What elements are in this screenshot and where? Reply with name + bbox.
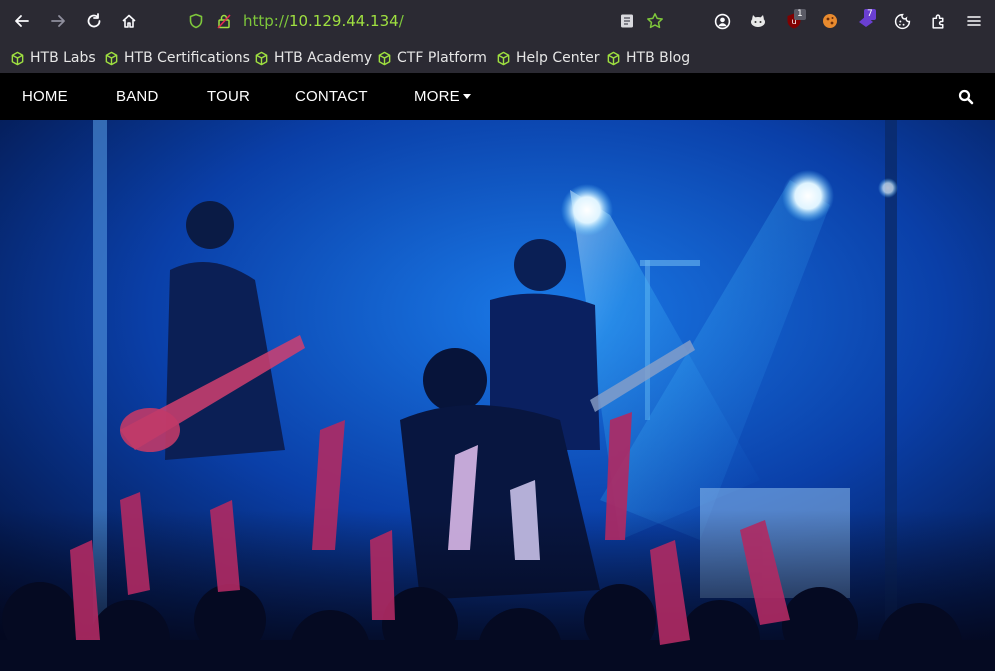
nav-more-dropdown[interactable]: MORE [414, 88, 471, 105]
url-path: / [398, 12, 404, 30]
cookie-outline-icon[interactable] [892, 11, 912, 31]
forward-icon[interactable] [48, 11, 68, 31]
bookmark-star-icon[interactable] [645, 11, 665, 31]
nav-more-label: MORE [414, 88, 460, 105]
cookie-extension-icon[interactable] [820, 11, 840, 31]
bookmark-htb-blog[interactable]: HTB Blog [606, 48, 690, 68]
htb-cube-icon [607, 51, 620, 65]
nav-contact[interactable]: CONTACT [295, 88, 368, 105]
site-navbar: HOME BAND TOUR CONTACT MORE [0, 73, 995, 120]
browser-toolbar: http://10.129.44.134/ u 1 7 [0, 0, 995, 42]
bookmark-help-center[interactable]: Help Center [496, 48, 600, 68]
bookmark-label: HTB Certifications [124, 50, 250, 66]
bookmarks-bar: HTB Labs HTB Certifications HTB Academy … [0, 42, 995, 73]
concert-photo [0, 120, 995, 671]
nav-tour[interactable]: TOUR [207, 88, 250, 105]
hero-band-image [0, 120, 995, 671]
htb-cube-icon [105, 51, 118, 65]
bookmark-label: Help Center [516, 50, 600, 66]
bookmark-htb-academy[interactable]: HTB Academy [254, 48, 372, 68]
bookmark-htb-labs[interactable]: HTB Labs [10, 48, 96, 68]
ublock-badge: 1 [794, 9, 806, 20]
menu-hamburger-icon[interactable] [964, 11, 984, 31]
back-icon[interactable] [12, 11, 32, 31]
htb-cube-icon [11, 51, 24, 65]
bookmark-htb-certifications[interactable]: HTB Certifications [104, 48, 250, 68]
url-host: 10.129.44.134 [288, 12, 399, 30]
nav-home[interactable]: HOME [22, 88, 68, 105]
htb-cube-icon [378, 51, 391, 65]
reload-icon[interactable] [84, 11, 104, 31]
insecure-lock-icon[interactable] [214, 11, 234, 31]
nav-band[interactable]: BAND [116, 88, 158, 105]
reader-view-icon[interactable] [617, 11, 637, 31]
url-scheme: http:// [243, 12, 289, 30]
bookmark-label: HTB Blog [626, 50, 691, 66]
htb-cube-icon [497, 51, 510, 65]
caret-down-icon [462, 94, 471, 99]
extension-cat-icon[interactable] [748, 11, 768, 31]
home-icon[interactable] [119, 11, 139, 31]
bookmark-label: CTF Platform [397, 50, 487, 66]
url-bar[interactable]: http://10.129.44.134/ [243, 12, 404, 30]
purple-extension-badge: 7 [864, 9, 876, 20]
tracking-protection-shield-icon[interactable] [186, 11, 206, 31]
account-icon[interactable] [712, 11, 732, 31]
bookmark-label: HTB Labs [30, 50, 96, 66]
search-icon[interactable] [958, 89, 974, 105]
bookmark-label: HTB Academy [274, 50, 373, 66]
extensions-puzzle-icon[interactable] [928, 11, 948, 31]
htb-cube-icon [255, 51, 268, 65]
bookmark-ctf-platform[interactable]: CTF Platform [377, 48, 487, 68]
